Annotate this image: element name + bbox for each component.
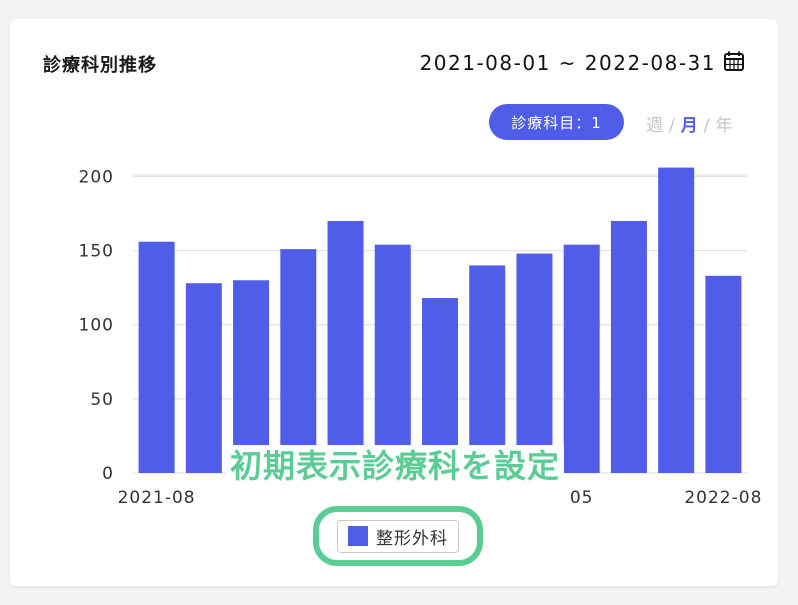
bar bbox=[327, 220, 364, 473]
y-tick-label: 200 bbox=[79, 167, 114, 187]
y-tick-label: 100 bbox=[79, 316, 114, 336]
bar bbox=[138, 241, 175, 473]
x-tick-label: 05 bbox=[570, 488, 594, 508]
bar bbox=[610, 220, 647, 473]
x-tick-label: 2021-08 bbox=[118, 488, 196, 508]
bar bbox=[280, 249, 317, 473]
bar bbox=[658, 167, 695, 473]
initial-department-annotation: 初期表示診療科を設定 bbox=[226, 445, 565, 487]
bar-chart: 0 50 100 150 200 2021-08 05 2022-08 bbox=[79, 167, 762, 508]
bar bbox=[374, 244, 411, 473]
legend-highlight: 整形外科 bbox=[313, 506, 483, 566]
legend-item[interactable]: 整形外科 bbox=[337, 519, 459, 553]
bar bbox=[469, 265, 506, 473]
y-tick-label: 150 bbox=[79, 242, 114, 262]
bar bbox=[516, 253, 553, 473]
bar bbox=[563, 244, 600, 473]
y-tick-label: 50 bbox=[90, 390, 114, 410]
y-tick-label: 0 bbox=[102, 464, 114, 484]
legend-label: 整形外科 bbox=[376, 528, 448, 549]
legend-swatch bbox=[348, 526, 368, 546]
chart-card: 診療科別推移 2021-08-01 ~ 2022-08-31 診療科目：1 週 /… bbox=[10, 19, 778, 586]
x-tick-label: 2022-08 bbox=[684, 488, 762, 508]
bar bbox=[185, 283, 222, 473]
bar bbox=[705, 275, 742, 473]
